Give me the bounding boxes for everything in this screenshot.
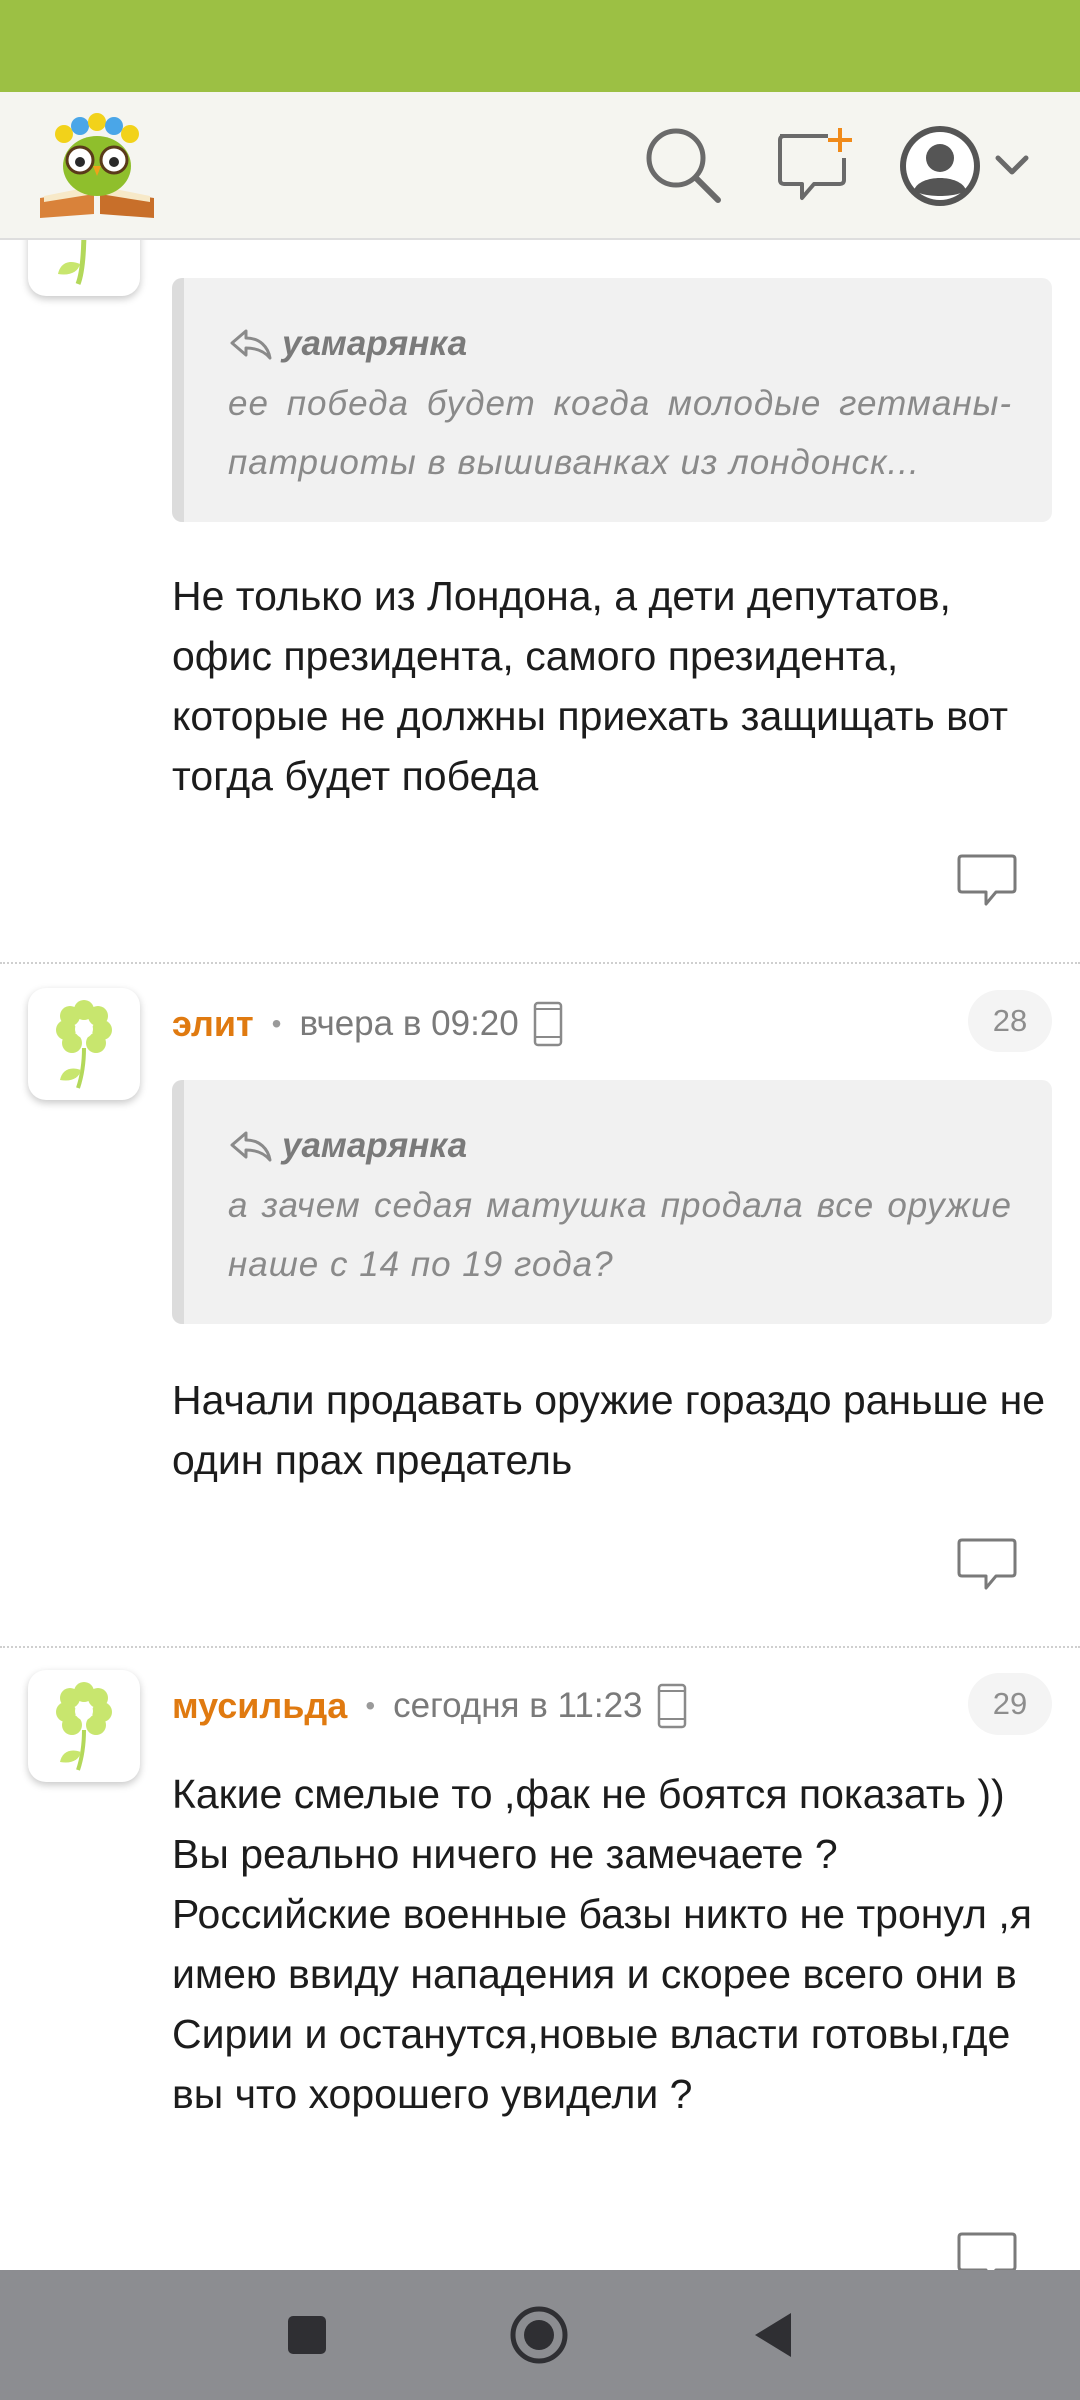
- quote-author-name: уамарянка: [282, 324, 468, 363]
- chevron-down-icon: [995, 155, 1029, 175]
- back-triangle-icon: [755, 2313, 791, 2357]
- author-name[interactable]: мусильда: [172, 1685, 347, 1727]
- comment-text: Какие смелые то ,фак не боятся показать …: [172, 1771, 1032, 2117]
- reply-icon[interactable]: [956, 852, 1018, 910]
- comment-meta: элит • вчера в 09:20: [172, 994, 563, 1054]
- author-name[interactable]: элит: [172, 1003, 254, 1045]
- new-message-icon[interactable]: [770, 122, 858, 210]
- navigation-bar: [0, 2270, 1080, 2400]
- mobile-phone-icon: [657, 1683, 686, 1729]
- owl-on-book-logo[interactable]: [34, 110, 160, 222]
- quote-author-name: уамарянка: [282, 1126, 468, 1165]
- reply-icon[interactable]: [956, 1536, 1018, 1594]
- flower-icon: [56, 1000, 112, 1089]
- square-icon: [288, 2316, 326, 2354]
- quote-author[interactable]: уамарянка: [228, 1122, 1012, 1170]
- comment-meta: мусильда • сегодня в 11:23: [172, 1676, 687, 1736]
- comment-number-badge: 29: [968, 1673, 1052, 1735]
- comment-time: вчера в 09:20: [299, 1004, 519, 1043]
- comment-text: Не только из Лондона, а дети депутатов, …: [172, 573, 1009, 799]
- home-circle-icon: [510, 2306, 568, 2364]
- comment-text: Начали продавать оружие гораздо раньше н…: [172, 1377, 1046, 1483]
- separator-dot: •: [271, 1008, 282, 1039]
- avatar[interactable]: [28, 1670, 140, 1782]
- quote-block: уамарянка а зачем седая матушка продала …: [172, 1080, 1052, 1324]
- mobile-phone-icon: [533, 1001, 562, 1047]
- recent-apps-button[interactable]: [270, 2298, 344, 2372]
- reply-icon[interactable]: [956, 2230, 1018, 2270]
- reply-arrow-icon: [230, 329, 272, 360]
- flower-icon: [56, 1682, 112, 1771]
- comment-time: сегодня в 11:23: [393, 1686, 643, 1725]
- quote-block: уамарянка ее победа будет когда молодые …: [172, 278, 1052, 522]
- back-button[interactable]: [736, 2298, 810, 2372]
- app-header: [0, 92, 1080, 240]
- user-avatar-icon: [900, 126, 980, 206]
- divider: [0, 1646, 1080, 1648]
- home-button[interactable]: [502, 2298, 576, 2372]
- quote-text: ее победа будет когда молодые гетманы-па…: [228, 384, 1012, 482]
- separator-dot: •: [365, 1690, 376, 1721]
- comments-feed[interactable]: уамарянка ее победа будет когда молодые …: [0, 0, 1080, 2270]
- reply-arrow-icon: [230, 1131, 272, 1162]
- avatar[interactable]: [28, 988, 140, 1100]
- quote-author[interactable]: уамарянка: [228, 320, 1012, 368]
- comment-number-badge: 28: [968, 990, 1052, 1052]
- quote-text: а зачем седая матушка продала все оружие…: [228, 1186, 1012, 1284]
- user-menu[interactable]: [898, 118, 1048, 214]
- divider: [0, 962, 1080, 964]
- search-icon[interactable]: [640, 122, 728, 210]
